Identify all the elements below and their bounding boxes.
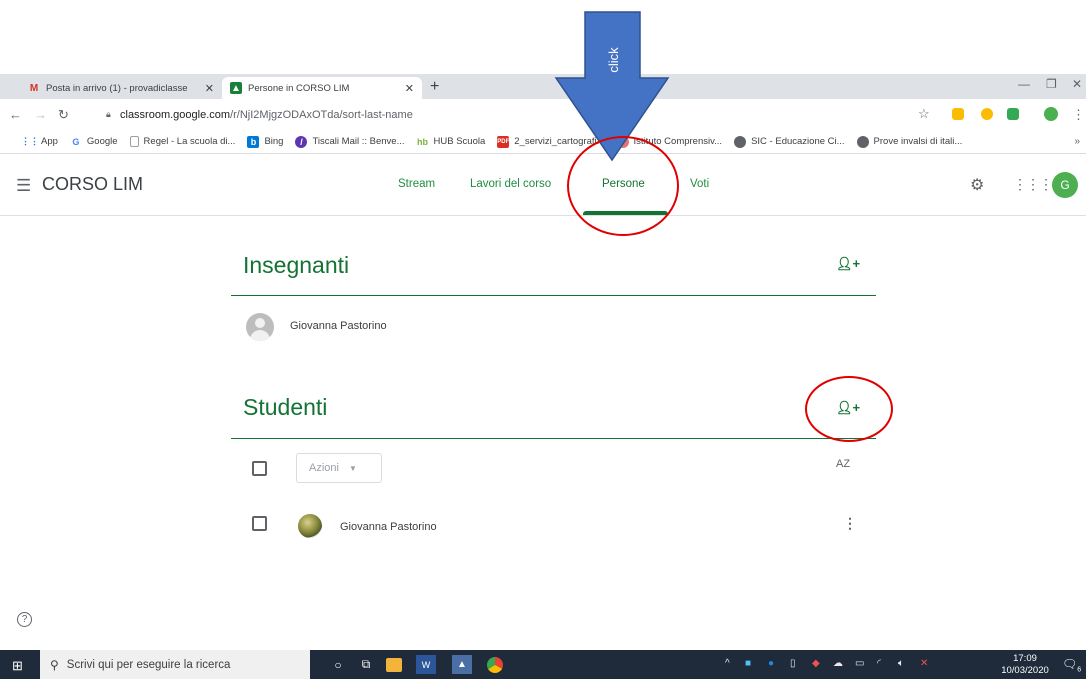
wifi-icon[interactable]: ◜	[877, 658, 881, 669]
clock-time: 17:09	[1013, 653, 1037, 664]
windows-taskbar: ⊞ ⚲ Scrivi qui per eseguire la ricerca ○…	[0, 650, 1086, 679]
windows-start-icon[interactable]: ⊞	[12, 658, 23, 674]
tray-app-icon[interactable]: ■	[745, 658, 751, 669]
onedrive-icon[interactable]: ☁	[833, 658, 843, 669]
file-explorer-icon[interactable]	[386, 658, 402, 672]
annotation-arrow-label: click	[605, 47, 621, 73]
volume-icon[interactable]: 🔈︎	[898, 658, 904, 669]
search-placeholder: Scrivi qui per eseguire la ricerca	[66, 658, 231, 671]
notification-center-icon[interactable]: 🗨︎6	[1062, 657, 1081, 673]
taskbar-clock[interactable]: 17:09 10/03/2020	[1000, 653, 1050, 677]
cortana-icon[interactable]: ○	[328, 655, 348, 674]
chrome-taskbar-icon[interactable]	[485, 655, 505, 674]
notification-count: 6	[1077, 666, 1082, 674]
tray-app-icon[interactable]: ◆	[812, 658, 820, 669]
tray-app-icon[interactable]: ▯	[790, 658, 796, 669]
photos-icon[interactable]: ▲	[452, 655, 472, 674]
task-view-icon[interactable]: ⧉	[356, 655, 376, 674]
clock-date: 10/03/2020	[1001, 665, 1049, 676]
annotation-layer	[554, 11, 670, 162]
taskbar-search-box[interactable]: ⚲ Scrivi qui per eseguire la ricerca	[40, 650, 310, 679]
network-warning-icon[interactable]: ✕	[920, 658, 928, 669]
annotation-circle-invite-student	[805, 376, 893, 442]
screenshot-root: M Posta in arrivo (1) - provadiclasse ✕ …	[0, 0, 1086, 679]
bluetooth-icon[interactable]: ●	[768, 658, 774, 669]
battery-icon[interactable]: ▭	[855, 658, 864, 669]
search-icon: ⚲	[50, 657, 59, 672]
word-icon[interactable]: W	[416, 655, 436, 674]
annotation-circle-people-tab	[567, 136, 679, 236]
tray-chevron-icon[interactable]: ^	[725, 658, 730, 669]
